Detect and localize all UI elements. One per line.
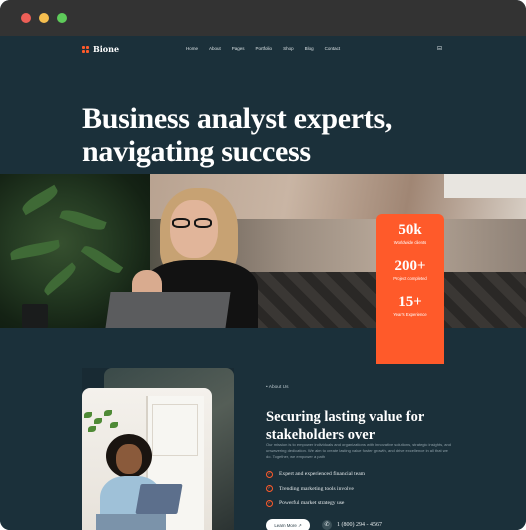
stat-clients: 50k Worldwide clients [376,222,444,246]
main-menu: Home About Pages Portfolio Shop Blog Con… [186,46,351,51]
feature-list: ✓ Expert and experienced financial team … [266,467,365,511]
stats-card: 50k Worldwide clients 200+ Project compl… [376,214,444,364]
about-image [82,368,234,530]
stat-experience: 15+ Year's Experience [376,294,444,318]
phone-number: 1 (800) 294 - 4567 [337,522,382,528]
nav-link-pages[interactable]: Pages [232,46,245,51]
stat-value: 200+ [394,258,426,274]
stat-label: Year's Experience [393,312,427,317]
learn-more-button[interactable]: Learn More ↗ [266,519,310,530]
close-window-button[interactable] [21,13,31,23]
logo-icon [82,45,89,53]
nav-link-portfolio[interactable]: Portfolio [256,46,273,51]
nav-link-blog[interactable]: Blog [305,46,314,51]
cart-icon[interactable]: ⊟ [437,45,442,52]
about-title: Securing lasting value for stakeholders … [266,409,425,444]
dot-icon: • [266,385,268,390]
nav-link-about[interactable]: About [209,46,221,51]
maximize-window-button[interactable] [57,13,67,23]
about-eyebrow: • About Us [266,385,289,390]
feature-item: ✓ Expert and experienced financial team [266,470,366,478]
phone-contact[interactable]: ✆ 1 (800) 294 - 4567 [322,520,382,530]
stat-value: 15+ [398,294,422,310]
website: Bione Home About Pages Portfolio Shop Bl… [0,36,526,530]
feature-item: ✓ Trending marketing tools involve [266,485,354,493]
feature-item: ✓ Powerful market strategy use [266,499,345,507]
logo-text: Bione [93,44,120,54]
about-description: Our mission is to empower individuals an… [266,442,451,459]
hero-image [0,174,526,328]
minimize-window-button[interactable] [39,13,49,23]
arrow-icon: ↗ [298,523,302,528]
window-chrome [0,0,526,36]
nav-link-contact[interactable]: Contact [325,46,341,51]
browser-window: Bione Home About Pages Portfolio Shop Bl… [0,0,526,530]
check-circle-icon: ✓ [266,485,273,493]
nav-link-shop[interactable]: Shop [283,46,294,51]
stat-label: Project completed [393,276,427,281]
stat-projects: 200+ Project completed [376,258,444,282]
nav-link-home[interactable]: Home [186,46,198,51]
stat-label: Worldwide clients [393,240,427,245]
site-logo[interactable]: Bione [82,44,119,54]
check-circle-icon: ✓ [266,470,273,478]
phone-icon: ✆ [322,520,332,530]
top-navigation: Bione Home About Pages Portfolio Shop Bl… [0,36,526,62]
hero-title: Business analyst experts, navigating suc… [82,102,393,169]
check-circle-icon: ✓ [266,499,273,507]
stat-value: 50k [398,222,422,238]
